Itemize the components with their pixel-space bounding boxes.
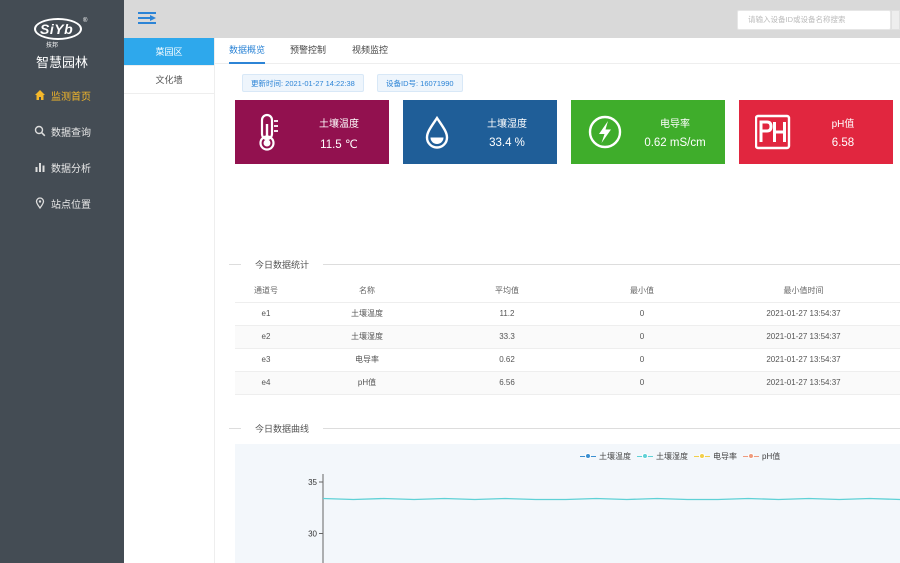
- table-cell: 11.2: [437, 302, 577, 326]
- card-value: 0.62 mS/cm: [644, 137, 706, 149]
- nav-item-home[interactable]: 监测首页: [0, 82, 124, 108]
- nav-label: 数据查询: [51, 127, 91, 139]
- card-label: 电导率: [660, 119, 690, 130]
- sidebar: SiYb ® 技邦 智慧园林 监测首页 数据查询 数据分析 站点位置: [0, 0, 124, 563]
- table-row: e2 土壤湿度 33.3 0 2021-01-27 13:54:37: [235, 325, 900, 349]
- column-header: 名称: [297, 279, 437, 303]
- nav-label: 站点位置: [51, 199, 91, 211]
- tab-alarm-control[interactable]: 预警控制: [290, 38, 326, 64]
- update-time-badge: 更新时间: 2021-01-27 14:22:38: [242, 74, 364, 92]
- metric-card-conductivity: 电导率 0.62 mS/cm: [571, 100, 725, 164]
- table-cell: e3: [235, 348, 297, 372]
- table-cell: 0.62: [437, 348, 577, 372]
- section-title-daily-stats: 今日数据统计: [229, 258, 900, 270]
- table-cell: 土壤温度: [297, 302, 437, 326]
- device-id-badge: 设备ID号: 16071990: [377, 74, 463, 92]
- nav-label: 监测首页: [51, 91, 91, 103]
- metric-card-soil-moisture: 土壤湿度 33.4 %: [403, 100, 557, 164]
- table-header-row: 通道号 名称 平均值 最小值 最小值时间: [235, 279, 900, 303]
- nav-label: 数据分析: [51, 163, 91, 175]
- table-cell: e4: [235, 371, 297, 395]
- table-cell: 2021-01-27 13:54:37: [707, 302, 900, 326]
- app-title: 智慧园林: [35, 55, 88, 70]
- ph-icon: [754, 112, 791, 152]
- area-item-culture-wall[interactable]: 文化墙: [124, 66, 214, 94]
- metric-card-soil-temperature: 土壤温度 11.5 ℃: [235, 100, 389, 164]
- menu-toggle-icon[interactable]: [138, 12, 156, 26]
- column-header: 通道号: [235, 279, 297, 303]
- table-cell: 0: [577, 371, 707, 395]
- line-chart-plot: 30 35: [308, 474, 900, 563]
- section-title-text: 今日数据曲线: [255, 424, 310, 434]
- table-cell: 0: [577, 325, 707, 349]
- table-cell: 2021-01-27 13:54:37: [707, 371, 900, 395]
- logo-text: SiYb: [40, 21, 74, 37]
- card-value: 11.5 ℃: [320, 139, 358, 151]
- column-header: 最小值: [577, 279, 707, 303]
- tab-bar: 数据概览 预警控制 视频监控: [215, 38, 900, 64]
- table-row: e1 土壤温度 11.2 0 2021-01-27 13:54:37: [235, 302, 900, 326]
- thermometer-icon: [251, 112, 287, 152]
- column-header: 最小值时间: [707, 279, 900, 303]
- tab-data-overview[interactable]: 数据概览: [229, 38, 266, 64]
- nav-item-site-location[interactable]: 站点位置: [0, 190, 124, 216]
- card-value: 6.58: [831, 137, 855, 149]
- table-cell: pH值: [297, 371, 437, 395]
- main-content: 数据概览 预警控制 视频监控 更新时间: 2021-01-27 14:22:38…: [215, 38, 900, 563]
- location-pin-icon: [34, 197, 46, 209]
- column-header: 平均值: [437, 279, 577, 303]
- table-cell: 0: [577, 348, 707, 372]
- home-icon: [34, 89, 46, 101]
- y-tick-label: 30: [308, 530, 317, 539]
- tab-video-monitor[interactable]: 视频监控: [352, 38, 388, 64]
- section-title-text: 今日数据统计: [255, 260, 310, 270]
- section-title-daily-curve: 今日数据曲线: [229, 422, 900, 434]
- top-bar: 请输入设备ID或设备名称搜索: [124, 0, 900, 38]
- table-row: e3 电导率 0.62 0 2021-01-27 13:54:37: [235, 348, 900, 372]
- table-cell: 2021-01-27 13:54:37: [707, 348, 900, 372]
- table-cell: e1: [235, 302, 297, 326]
- lightning-icon: [587, 112, 623, 152]
- search-button[interactable]: [891, 10, 900, 30]
- card-value: 33.4 %: [489, 137, 525, 149]
- search-input[interactable]: 请输入设备ID或设备名称搜索: [737, 10, 891, 30]
- water-drop-icon: [419, 112, 455, 152]
- table-cell: 2021-01-27 13:54:37: [707, 325, 900, 349]
- table-cell: 0: [577, 302, 707, 326]
- series-line-1: [322, 497, 900, 501]
- search-icon: [34, 125, 46, 137]
- card-label: pH值: [831, 119, 855, 130]
- metric-card-ph: pH值 6.58: [739, 100, 893, 164]
- table-cell: 33.3: [437, 325, 577, 349]
- table-row: e4 pH值 6.56 0 2021-01-27 13:54:37: [235, 371, 900, 395]
- area-item-vegetable-garden[interactable]: 菜园区: [124, 38, 214, 66]
- y-tick-label: 35: [308, 478, 317, 487]
- daily-stats-table: 通道号 名称 平均值 最小值 最小值时间 e1 土壤温度 11.2 0 2021…: [235, 279, 900, 395]
- bar-chart-icon: [34, 161, 46, 173]
- nav-item-data-analysis[interactable]: 数据分析: [0, 154, 124, 180]
- daily-curve-chart: 土壤温度 土壤湿度 电导率 pH值 30 35: [235, 444, 900, 563]
- brand-logo: SiYb ® 技邦: [34, 18, 94, 49]
- table-cell: 电导率: [297, 348, 437, 372]
- card-label: 土壤温度: [319, 119, 359, 130]
- card-label: 土壤湿度: [487, 119, 527, 130]
- area-list: 菜园区 文化墙: [124, 38, 215, 563]
- logo-registered-mark: ®: [83, 18, 88, 24]
- table-cell: 土壤湿度: [297, 325, 437, 349]
- logo-subtext: 技邦: [46, 43, 59, 49]
- table-cell: 6.56: [437, 371, 577, 395]
- nav-item-data-query[interactable]: 数据查询: [0, 118, 124, 144]
- table-cell: e2: [235, 325, 297, 349]
